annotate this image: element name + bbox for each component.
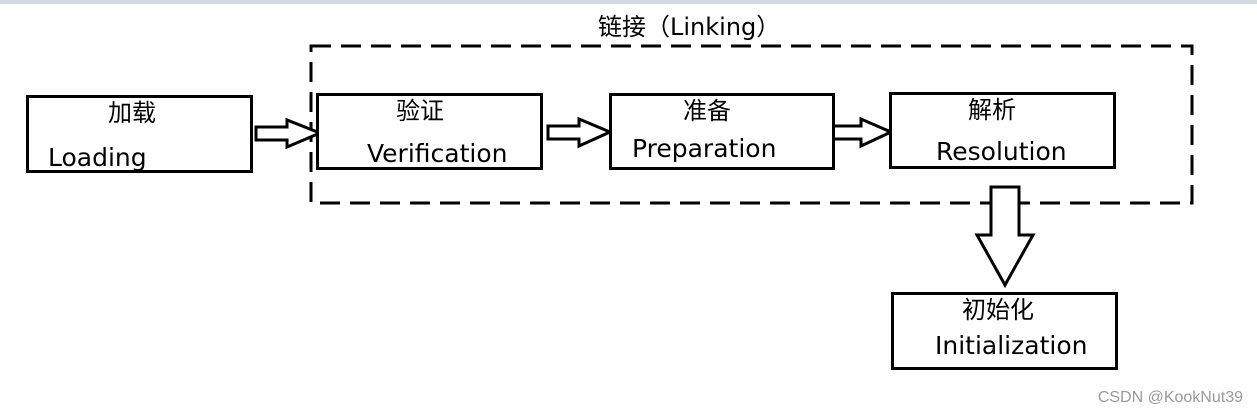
resolution-label-en: Resolution <box>936 137 1067 166</box>
arrow-preparation-to-resolution <box>829 116 895 149</box>
watermark: CSDN @KookNut39 <box>1097 389 1243 406</box>
preparation-label-en: Preparation <box>632 134 777 163</box>
preparation-label-zh: 准备 <box>683 97 731 125</box>
linking-title: 链接（Linking） <box>598 13 781 41</box>
verification-label-en: Verification <box>367 139 508 168</box>
verification-label-zh: 验证 <box>396 97 444 125</box>
loading-label-en: Loading <box>48 143 147 172</box>
arrow-verification-to-preparation <box>546 116 614 149</box>
initialization-label-zh: 初始化 <box>962 296 1034 324</box>
resolution-label-zh: 解析 <box>968 96 1016 124</box>
initialization-label-en: Initialization <box>935 331 1088 360</box>
loading-label-zh: 加载 <box>108 99 156 127</box>
